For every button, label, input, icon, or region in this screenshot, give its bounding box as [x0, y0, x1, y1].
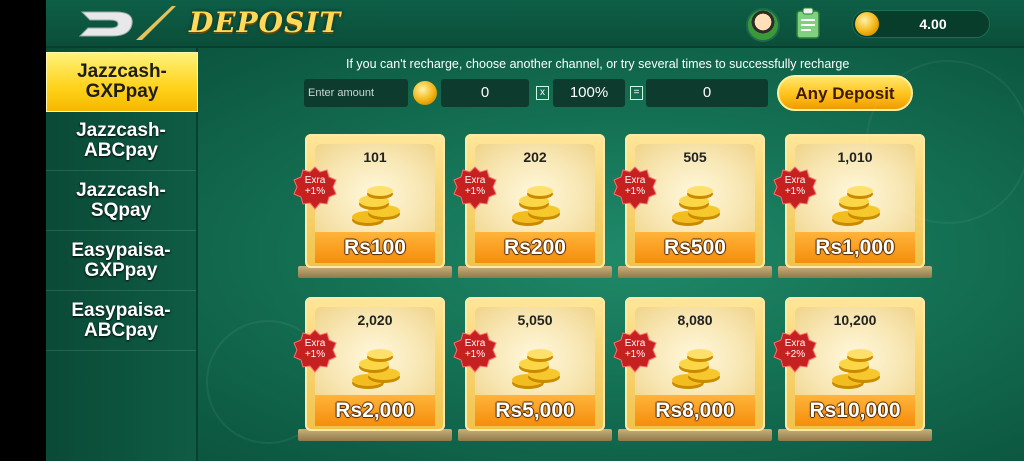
sidebar-item-jazzcash-sqpay[interactable]: Jazzcash- SQpay [46, 172, 196, 231]
package-price: Rs500 [635, 232, 755, 263]
deposit-package-card[interactable]: 2,020 Exra +1% Rs2,000 [293, 297, 452, 441]
package-price: Rs1,000 [795, 232, 915, 263]
clipboard-icon[interactable] [794, 6, 822, 40]
package-coins: 101 [363, 149, 387, 165]
deposit-package-card[interactable]: 10,200 Exra +2% Rs10,000 [773, 297, 932, 441]
package-price: Rs10,000 [795, 395, 915, 426]
sidebar-item-jazzcash-gxppay[interactable]: Jazzcash- GXPpay [46, 52, 198, 112]
equals-icon: = [630, 86, 643, 100]
extra-bonus-text: Exra +1% [624, 338, 646, 360]
extra-bonus-text: Exra +1% [624, 175, 646, 197]
multiply-icon: x [536, 86, 549, 100]
extra-bonus-badge: Exra +1% [613, 166, 657, 210]
coin-pile-icon [832, 186, 880, 226]
package-price: Rs100 [315, 232, 435, 263]
package-coins: 202 [523, 149, 547, 165]
package-coins: 8,080 [677, 312, 713, 328]
brand-logo [78, 6, 176, 40]
extra-bonus-badge: Exra +2% [773, 329, 817, 373]
recharge-notice: If you can't recharge, choose another ch… [346, 57, 850, 71]
sidebar-item-label: Easypaisa- ABCpay [71, 300, 171, 341]
extra-bonus-text: Exra +1% [304, 175, 326, 197]
amount-value: 0 [441, 79, 529, 107]
extra-bonus-badge: Exra +1% [453, 166, 497, 210]
extra-bonus-badge: Exra +1% [293, 329, 337, 373]
package-coins: 505 [683, 149, 707, 165]
deposit-package-card[interactable]: 505 Exra +1% Rs500 [613, 134, 772, 278]
top-bar: DEPOSIT 4.00 [46, 0, 1024, 48]
coin-icon [413, 81, 437, 105]
bonus-percent: 100% [553, 79, 625, 107]
balance-value: 4.00 [919, 16, 947, 32]
package-price: Rs2,000 [315, 395, 435, 426]
coin-pile-icon [832, 349, 880, 389]
sidebar-item-jazzcash-abcpay[interactable]: Jazzcash- ABCpay [46, 112, 196, 171]
sidebar-item-label: Jazzcash- GXPpay [77, 61, 167, 102]
package-coins: 1,010 [837, 149, 873, 165]
sidebar-item-label: Easypaisa- GXPpay [71, 240, 171, 281]
extra-bonus-badge: Exra +1% [773, 166, 817, 210]
page-title: DEPOSIT [189, 6, 342, 39]
deposit-package-card[interactable]: 8,080 Exra +1% Rs8,000 [613, 297, 772, 441]
extra-bonus-text: Exra +1% [784, 175, 806, 197]
deposit-package-card[interactable]: 5,050 Exra +1% Rs5,000 [453, 297, 612, 441]
deposit-package-card[interactable]: 101 Exra +1% Rs100 [293, 134, 452, 278]
coin-icon [855, 12, 879, 36]
result-value: 0 [646, 79, 768, 107]
coin-pile-icon [672, 349, 720, 389]
extra-bonus-text: Exra +1% [464, 338, 486, 360]
package-coins: 2,020 [357, 312, 393, 328]
coin-pile-icon [352, 186, 400, 226]
extra-bonus-badge: Exra +1% [453, 329, 497, 373]
package-price: Rs5,000 [475, 395, 595, 426]
coin-pile-icon [512, 349, 560, 389]
extra-bonus-badge: Exra +1% [613, 329, 657, 373]
game-screen: DEPOSIT 4.00 Jazzcash- GXPpay Jazzcash- … [46, 0, 1024, 461]
extra-bonus-text: Exra +2% [784, 338, 806, 360]
sidebar-item-label: Jazzcash- ABCpay [76, 120, 166, 161]
coin-pile-icon [512, 186, 560, 226]
payment-channel-sidebar: Jazzcash- GXPpay Jazzcash- ABCpay Jazzca… [46, 48, 198, 461]
package-coins: 10,200 [833, 312, 877, 328]
extra-bonus-badge: Exra +1% [293, 166, 337, 210]
extra-bonus-text: Exra +1% [304, 338, 326, 360]
deposit-package-card[interactable]: 202 Exra +1% Rs200 [453, 134, 612, 278]
amount-input[interactable]: Enter amount [304, 79, 408, 107]
any-deposit-button[interactable]: Any Deposit [777, 75, 913, 111]
package-coins: 5,050 [517, 312, 553, 328]
coin-pile-icon [352, 349, 400, 389]
coin-pile-icon [672, 186, 720, 226]
sidebar-item-label: Jazzcash- SQpay [76, 180, 166, 221]
balance-display: 4.00 [852, 10, 990, 38]
avatar-icon[interactable] [746, 8, 780, 42]
package-price: Rs8,000 [635, 395, 755, 426]
sidebar-item-easypaisa-abcpay[interactable]: Easypaisa- ABCpay [46, 292, 196, 351]
sidebar-item-easypaisa-gxppay[interactable]: Easypaisa- GXPpay [46, 232, 196, 291]
package-price: Rs200 [475, 232, 595, 263]
deposit-package-card[interactable]: 1,010 Exra +1% Rs1,000 [773, 134, 932, 278]
extra-bonus-text: Exra +1% [464, 175, 486, 197]
